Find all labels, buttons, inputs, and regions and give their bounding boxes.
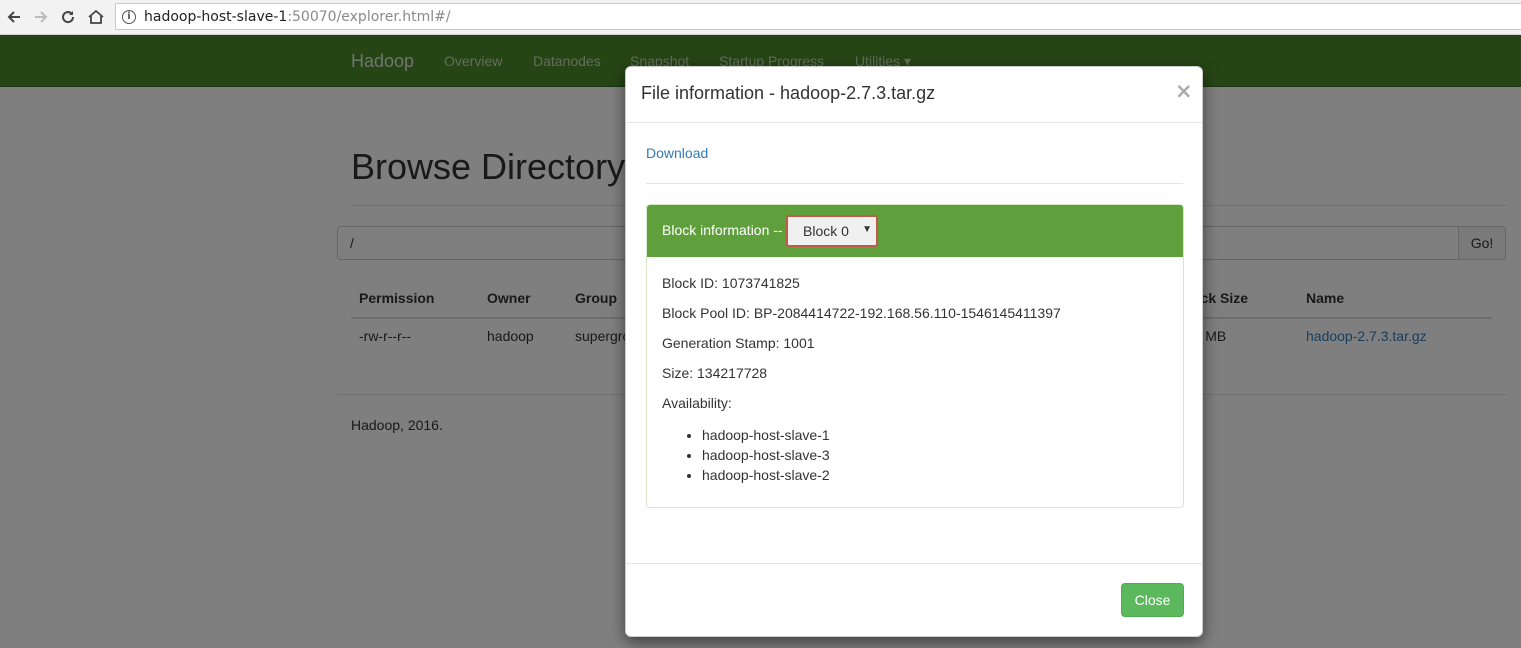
url-path: :50070/explorer.html#/ <box>287 8 451 25</box>
block-information-panel: Block information -- Block 0 ▼ Block ID:… <box>646 204 1184 508</box>
block-pool-id: Block Pool ID: BP-2084414722-192.168.56.… <box>662 305 1061 321</box>
block-id: Block ID: 1073741825 <box>662 275 800 291</box>
reload-icon[interactable] <box>56 5 80 29</box>
modal-header: File information - hadoop-2.7.3.tar.gz × <box>626 67 1202 123</box>
file-information-modal: File information - hadoop-2.7.3.tar.gz ×… <box>625 66 1203 637</box>
modal-footer-divider <box>626 563 1202 564</box>
panel-heading: Block information -- Block 0 ▼ <box>647 205 1183 257</box>
home-icon[interactable] <box>84 5 108 29</box>
generation-stamp: Generation Stamp: 1001 <box>662 335 815 351</box>
chevron-down-icon: ▼ <box>862 224 872 235</box>
info-icon[interactable]: i <box>122 9 136 24</box>
block-size: Size: 134217728 <box>662 365 768 381</box>
modal-title: File information - hadoop-2.7.3.tar.gz <box>641 83 936 103</box>
forward-arrow-icon[interactable] <box>29 5 53 29</box>
block-select[interactable]: Block 0 ▼ <box>786 215 878 247</box>
list-item: hadoop-host-slave-2 <box>702 465 830 485</box>
close-icon[interactable]: × <box>1175 79 1193 103</box>
url-host: hadoop-host-slave-1 <box>144 8 288 25</box>
list-item: hadoop-host-slave-3 <box>702 445 830 465</box>
block-heading-label: Block information -- <box>662 222 783 238</box>
block-select-value: Block 0 <box>803 223 849 239</box>
list-item: hadoop-host-slave-1 <box>702 425 830 445</box>
browser-toolbar: i hadoop-host-slave-1:50070/explorer.htm… <box>0 0 1521 35</box>
modal-divider <box>646 183 1183 184</box>
availability-list: hadoop-host-slave-1 hadoop-host-slave-3 … <box>702 425 830 485</box>
back-arrow-icon[interactable] <box>2 5 26 29</box>
address-bar[interactable]: i hadoop-host-slave-1:50070/explorer.htm… <box>115 3 1521 30</box>
close-button[interactable]: Close <box>1121 583 1184 617</box>
download-link[interactable]: Download <box>646 145 708 161</box>
availability-label: Availability: <box>662 395 732 411</box>
